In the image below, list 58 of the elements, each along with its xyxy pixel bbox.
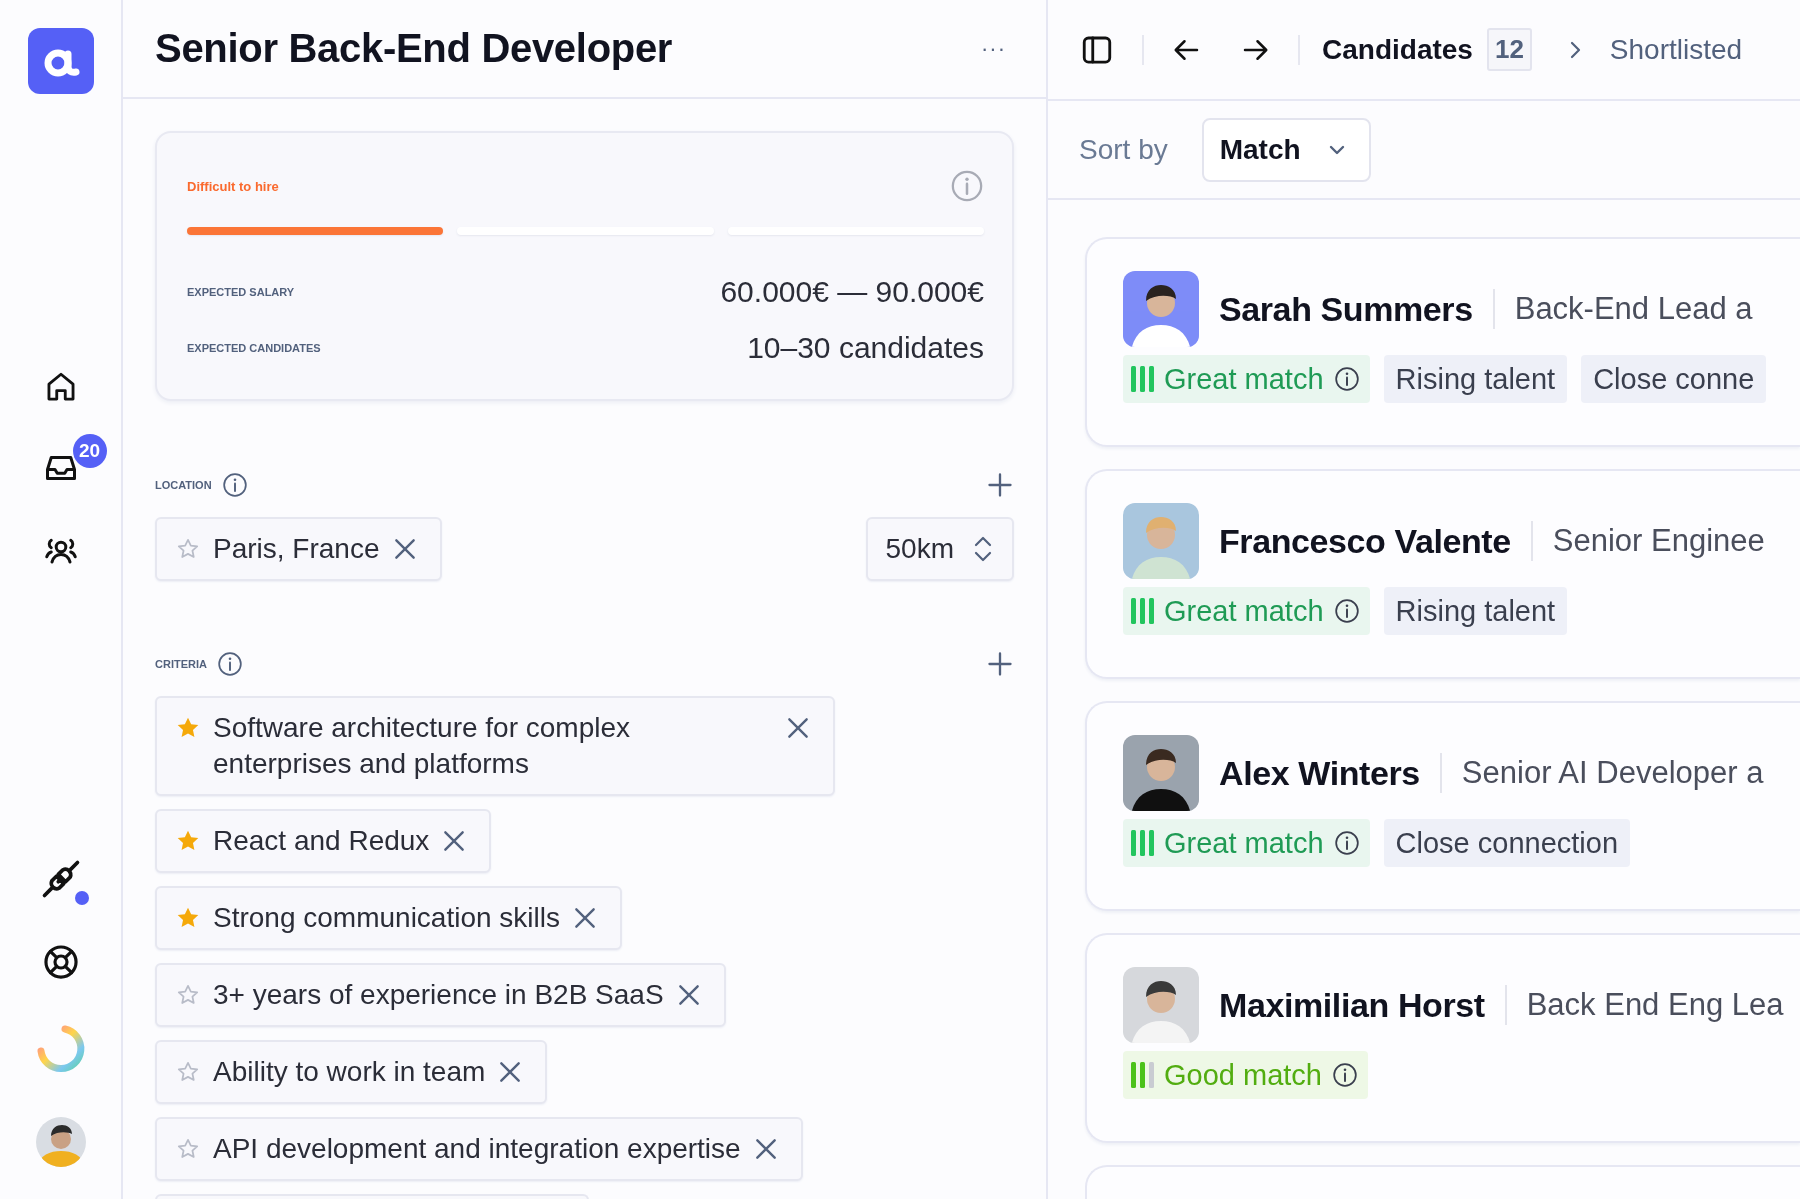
sort-dropdown[interactable]: Match	[1201, 117, 1371, 182]
candidate-role: Back-End Lead a	[1514, 291, 1753, 327]
difficulty-label: Difficult to hire	[187, 178, 279, 194]
criterion-chip[interactable]: React and Redux	[155, 809, 492, 873]
stat-label: EXPECTED CANDIDATES	[187, 342, 321, 354]
candidate-card[interactable]: Sarah Summers Back-End Lead a Great match Rising talent Close conne	[1085, 237, 1800, 447]
job-title: Senior Back-End Developer	[155, 26, 673, 71]
signal-bars-icon	[1131, 596, 1154, 626]
signal-bars-icon	[1131, 828, 1154, 858]
info-icon[interactable]	[221, 472, 248, 498]
candidate-tag: Close connection	[1383, 819, 1631, 867]
lifebuoy-icon[interactable]	[41, 943, 80, 981]
radius-select[interactable]: 50km	[865, 517, 1014, 581]
plus-icon	[986, 471, 1014, 499]
section-label: CRITERIA	[155, 658, 207, 670]
criterion-chip[interactable]: API development and integration expertise	[155, 1117, 803, 1181]
location-chip[interactable]: Paris, France	[155, 517, 442, 581]
info-icon[interactable]	[216, 651, 243, 677]
info-icon[interactable]	[1333, 366, 1360, 392]
sort-label: Sort by	[1079, 133, 1168, 166]
candidate-name: Francesco Valente	[1219, 521, 1511, 561]
candidate-tag: Rising talent	[1383, 355, 1568, 403]
candidate-tag: Rising talent	[1383, 587, 1568, 635]
candidate-name: Alex Winters	[1219, 753, 1420, 793]
criterion-chip[interactable]: Software architecture for complex enterprises and platforms	[155, 696, 835, 796]
criterion-chip[interactable]: 3+ years of experience in B2B SaaS	[155, 963, 726, 1027]
candidate-role: Senior Enginee	[1552, 523, 1765, 559]
candidate-role: Senior AI Developer a	[1461, 755, 1764, 791]
section-label: LOCATION	[155, 479, 212, 491]
plus-icon	[986, 650, 1014, 678]
stat-value: 10–30 candidates	[747, 331, 984, 365]
stat-label: EXPECTED SALARY	[187, 286, 295, 298]
add-button[interactable]	[986, 650, 1014, 678]
app-logo[interactable]	[27, 28, 94, 94]
count-badge: 12	[1486, 28, 1532, 71]
add-button[interactable]	[986, 471, 1014, 499]
more-button[interactable]: ···	[977, 31, 1010, 66]
stepper-icon	[972, 535, 994, 563]
criterion-chip[interactable]: Strong communication skills	[155, 886, 623, 950]
candidate-name: Maximilian Horst	[1219, 985, 1485, 1025]
notification-badge: 20	[72, 434, 107, 468]
breadcrumb-link[interactable]: Shortlisted	[1609, 33, 1743, 66]
stat-value: 60.000€ — 90.000€	[720, 275, 984, 309]
info-icon[interactable]	[1333, 830, 1360, 856]
criterion-chip[interactable]: Ability to work in team	[155, 1040, 548, 1104]
remove-icon[interactable]	[785, 715, 811, 741]
candidate-name: Sarah Summers	[1219, 289, 1473, 329]
candidate-card[interactable]: Alex Winters Senior AI Developer a Great match Close connection	[1085, 701, 1800, 911]
info-icon[interactable]	[1333, 598, 1360, 624]
user-avatar[interactable]	[35, 1117, 86, 1167]
signal-bars-icon	[1131, 364, 1154, 394]
breadcrumb-link[interactable]: Candidates	[1322, 33, 1473, 66]
candidate-tag: Close conne	[1581, 355, 1767, 403]
candidate-role: Back End Eng Lea	[1526, 987, 1784, 1023]
signal-bars-icon	[1131, 1060, 1154, 1090]
info-icon[interactable]	[1332, 1062, 1358, 1088]
candidate-card[interactable]: Francesco Valente Senior Enginee Great match Rising talent	[1085, 469, 1800, 679]
candidate-card[interactable]: Maximilian Horst Back End Eng Lea Good match	[1085, 933, 1800, 1143]
